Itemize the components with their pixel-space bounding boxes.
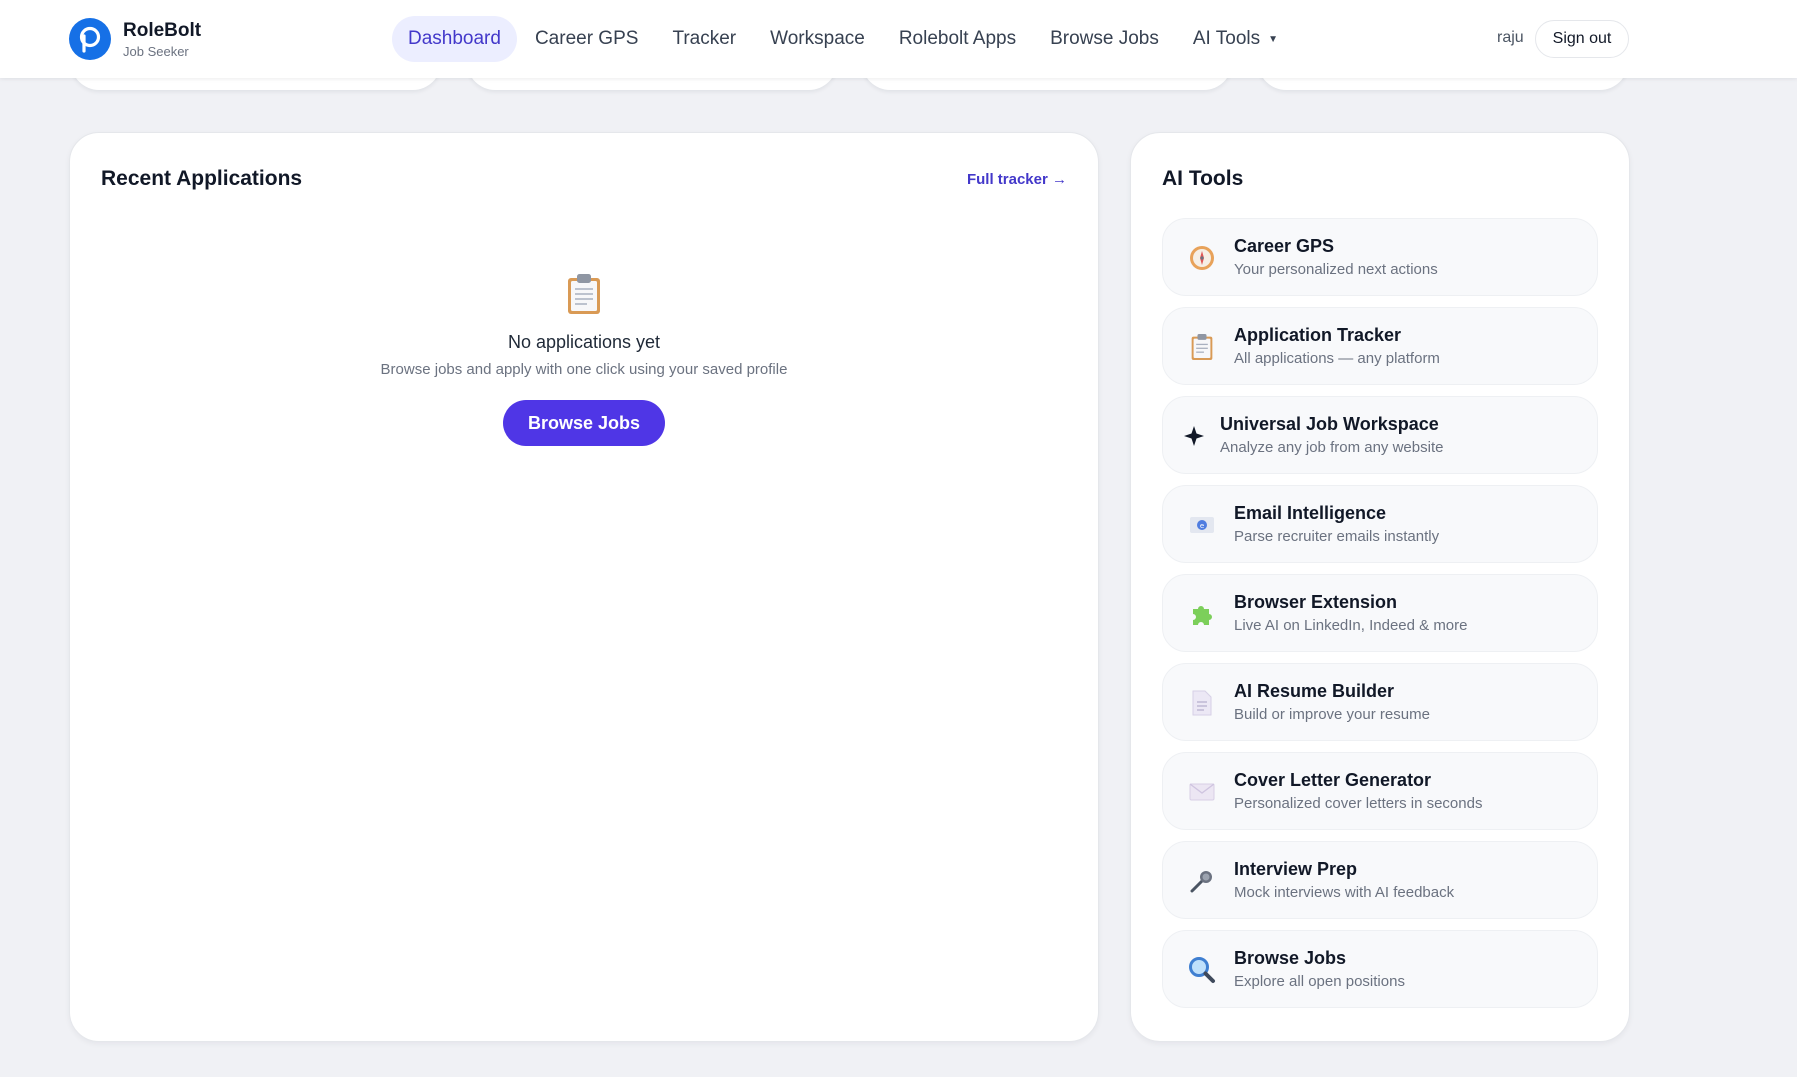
tool-description: Explore all open positions <box>1234 973 1405 990</box>
browse-jobs-button[interactable]: Browse Jobs <box>503 400 665 446</box>
clipboard-icon <box>1187 332 1217 362</box>
rolebolt-logo-icon[interactable] <box>69 18 111 60</box>
tool-description: Analyze any job from any website <box>1220 439 1444 456</box>
caret-down-icon: ▼ <box>1268 33 1279 45</box>
nav-ai-tools-dropdown[interactable]: AI Tools ▼ <box>1177 16 1294 62</box>
empty-state: No applications yet Browse jobs and appl… <box>70 273 1098 446</box>
tool-cover-letter-generator[interactable]: Cover Letter Generator Personalized cove… <box>1162 752 1598 830</box>
tool-application-tracker[interactable]: Application Tracker All applications — a… <box>1162 307 1598 385</box>
ai-tools-list: Career GPS Your personalized next action… <box>1162 218 1598 1019</box>
tool-title: Browser Extension <box>1234 592 1398 612</box>
tool-browse-jobs[interactable]: Browse Jobs Explore all open positions <box>1162 930 1598 1008</box>
empty-state-title: No applications yet <box>507 332 661 352</box>
tool-title: Cover Letter Generator <box>1234 770 1432 790</box>
document-icon <box>1187 688 1217 718</box>
tool-description: Personalized cover letters in seconds <box>1234 795 1483 812</box>
nav-browse-jobs[interactable]: Browse Jobs <box>1034 16 1175 62</box>
main-nav: Dashboard Career GPS Tracker Workspace R… <box>392 16 1296 62</box>
svg-text:e: e <box>1200 522 1204 530</box>
envelope-icon <box>1187 777 1217 807</box>
tool-title: Interview Prep <box>1234 859 1358 879</box>
user-name: raju <box>1497 29 1524 46</box>
nav-rolebolt-apps[interactable]: Rolebolt Apps <box>883 16 1032 62</box>
tool-ai-resume-builder[interactable]: AI Resume Builder Build or improve your … <box>1162 663 1598 741</box>
tool-title: AI Resume Builder <box>1234 681 1395 701</box>
nav-career-gps[interactable]: Career GPS <box>519 16 654 62</box>
microphone-icon <box>1187 866 1217 896</box>
nav-dashboard[interactable]: Dashboard <box>392 16 517 62</box>
tool-title: Universal Job Workspace <box>1220 414 1439 434</box>
magnifier-icon <box>1187 955 1217 985</box>
clipboard-icon <box>567 273 601 315</box>
nav-ai-tools-label: AI Tools <box>1192 28 1261 49</box>
compass-icon <box>1187 243 1217 273</box>
brand-role: Job Seeker <box>123 44 189 59</box>
full-tracker-link[interactable]: Full tracker → <box>967 171 1067 188</box>
tool-description: Mock interviews with AI feedback <box>1234 884 1455 901</box>
tool-description: Parse recruiter emails instantly <box>1234 528 1440 545</box>
tool-description: All applications — any platform <box>1234 350 1440 367</box>
tool-email-intelligence[interactable]: e Email Intelligence Parse recruiter ema… <box>1162 485 1598 563</box>
brand-name: RoleBolt <box>123 20 202 41</box>
tool-title: Browse Jobs <box>1234 948 1347 968</box>
tool-interview-prep[interactable]: Interview Prep Mock interviews with AI f… <box>1162 841 1598 919</box>
ai-tools-panel: AI Tools Career GPS Your personalized ne… <box>1130 132 1630 1042</box>
puzzle-icon <box>1187 599 1217 629</box>
empty-state-description: Browse jobs and apply with one click usi… <box>380 361 788 378</box>
sparkle-icon <box>1179 421 1209 451</box>
recent-applications-panel: Recent Applications Full tracker → No ap… <box>69 132 1099 1042</box>
tool-description: Live AI on LinkedIn, Indeed & more <box>1234 617 1468 634</box>
top-navbar: RoleBolt Job Seeker Dashboard Career GPS… <box>0 0 1797 78</box>
tool-career-gps[interactable]: Career GPS Your personalized next action… <box>1162 218 1598 296</box>
recent-applications-title: Recent Applications <box>101 167 303 190</box>
tool-description: Your personalized next actions <box>1234 261 1438 278</box>
tool-title: Career GPS <box>1234 236 1335 256</box>
tool-title: Application Tracker <box>1234 325 1402 345</box>
tool-universal-job-workspace[interactable]: Universal Job Workspace Analyze any job … <box>1162 396 1598 474</box>
nav-workspace[interactable]: Workspace <box>754 16 881 62</box>
sign-out-button[interactable]: Sign out <box>1535 20 1629 58</box>
tool-title: Email Intelligence <box>1234 503 1387 523</box>
email-icon: e <box>1187 510 1217 540</box>
ai-tools-title: AI Tools <box>1162 167 1244 190</box>
tool-browser-extension[interactable]: Browser Extension Live AI on LinkedIn, I… <box>1162 574 1598 652</box>
tool-description: Build or improve your resume <box>1234 706 1430 723</box>
nav-tracker[interactable]: Tracker <box>656 16 752 62</box>
